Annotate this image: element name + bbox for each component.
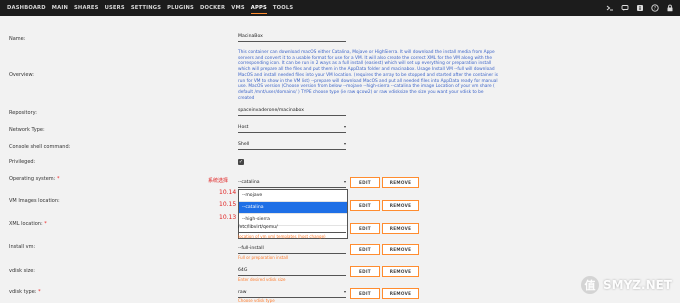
xml-location-hint: location of vm xml templates (host chang…: [238, 234, 326, 239]
top-navigation-bar: DASHBOARD MAIN SHARES USERS SETTINGS PLU…: [0, 0, 680, 16]
vdisk-type-select[interactable]: raw: [238, 288, 346, 298]
install-vm-label: Install vm:: [9, 244, 36, 250]
install-remove-button[interactable]: REMOVE: [382, 244, 419, 255]
install-vm-value: --full-install: [238, 246, 264, 251]
watermark: 值 SMYZ.NET: [581, 276, 672, 294]
watermark-badge: 值: [581, 276, 600, 294]
tab-dashboard[interactable]: DASHBOARD: [4, 0, 49, 16]
vdisk-size-input[interactable]: 64G: [238, 266, 346, 276]
tab-users[interactable]: USERS: [102, 0, 128, 16]
container-template-form: Name: MacinaBox Overview: This container…: [0, 16, 680, 303]
xml-remove-button[interactable]: REMOVE: [382, 223, 419, 234]
watermark-text: SMYZ.NET: [603, 278, 672, 292]
xml-location-label: XML location: *: [9, 221, 47, 227]
tab-shares[interactable]: SHARES: [71, 0, 102, 16]
chevron-down-icon: [344, 143, 346, 145]
network-type-value: Host: [238, 125, 249, 130]
install-vm-hint: Full or preparation install: [238, 255, 289, 260]
tab-tools[interactable]: TOOLS: [270, 0, 296, 16]
console-shell-select[interactable]: Shell: [238, 140, 346, 150]
install-vm-input[interactable]: --full-install: [238, 244, 346, 254]
console-shell-value: Shell: [238, 142, 250, 147]
tab-settings[interactable]: SETTINGS: [128, 0, 164, 16]
os-edit-button[interactable]: EDIT: [350, 177, 380, 188]
name-label: Name:: [9, 36, 26, 42]
chevron-down-icon: [344, 126, 346, 128]
info-icon[interactable]: [636, 4, 644, 12]
privileged-checkbox[interactable]: ✓: [238, 159, 244, 165]
vm-images-remove-button[interactable]: REMOVE: [382, 200, 419, 211]
console-shell-label: Console shell command:: [9, 144, 71, 150]
annotation-1015: 10.15: [219, 201, 237, 208]
vdisk-type-value: raw: [238, 290, 247, 295]
repository-input[interactable]: spaceinvaderone/macinabox: [238, 106, 346, 116]
vm-images-edit-button[interactable]: EDIT: [350, 200, 380, 211]
name-value: MacinaBox: [238, 34, 263, 39]
tab-docker[interactable]: DOCKER: [197, 0, 228, 16]
operating-system-label: Operating system: *: [9, 176, 60, 182]
vdisk-type-hint: Choose vdisk type: [238, 298, 275, 303]
tab-vms[interactable]: VMS: [228, 0, 248, 16]
os-remove-button[interactable]: REMOVE: [382, 177, 419, 188]
vdisk-type-label: vdisk type: *: [9, 289, 41, 295]
help-icon[interactable]: ?: [651, 4, 659, 12]
overview-text: This container can download macOS either…: [238, 50, 498, 101]
xml-location-input[interactable]: /etc/libvirt/qemu/: [238, 223, 346, 233]
nav-tabs: DASHBOARD MAIN SHARES USERS SETTINGS PLU…: [4, 0, 296, 16]
tab-apps[interactable]: APPS: [248, 0, 270, 16]
vdisk-size-edit-button[interactable]: EDIT: [350, 266, 380, 277]
vm-images-label: VM Images location:: [9, 198, 60, 204]
annotation-1014: 10.14: [219, 189, 237, 196]
terminal-icon[interactable]: [606, 4, 614, 12]
repository-value: spaceinvaderone/macinabox: [238, 108, 304, 113]
tab-plugins[interactable]: PLUGINS: [164, 0, 197, 16]
vdisk-size-value: 64G: [238, 268, 248, 273]
chevron-down-icon: [344, 181, 346, 183]
lock-icon[interactable]: [666, 4, 674, 12]
vdisk-size-label: vdisk size:: [9, 268, 35, 274]
annotation-1013: 10.13: [219, 214, 237, 221]
tab-main[interactable]: MAIN: [49, 0, 71, 16]
privileged-label: Privileged:: [9, 159, 36, 165]
vdisk-size-hint: Enter desired vdisk size: [238, 277, 286, 282]
os-option-mojave[interactable]: --mojave: [239, 190, 347, 202]
feedback-icon[interactable]: [621, 4, 629, 12]
operating-system-select[interactable]: --catalina: [238, 178, 346, 188]
vdisk-type-remove-button[interactable]: REMOVE: [382, 288, 419, 299]
vdisk-size-remove-button[interactable]: REMOVE: [382, 266, 419, 277]
os-option-catalina[interactable]: --catalina: [239, 202, 347, 214]
xml-edit-button[interactable]: EDIT: [350, 223, 380, 234]
network-type-select[interactable]: Host: [238, 123, 346, 133]
chevron-down-icon: [344, 291, 346, 293]
vdisk-type-edit-button[interactable]: EDIT: [350, 288, 380, 299]
install-edit-button[interactable]: EDIT: [350, 244, 380, 255]
header-icons: ?: [606, 0, 674, 16]
name-input[interactable]: MacinaBox: [238, 32, 346, 42]
annotation-title: 系统选择: [208, 178, 229, 184]
network-type-label: Network Type:: [9, 127, 45, 133]
operating-system-value: --catalina: [238, 180, 260, 185]
xml-location-value: /etc/libvirt/qemu/: [238, 225, 278, 230]
repository-label: Repository:: [9, 110, 37, 116]
overview-label: Overview:: [9, 72, 34, 78]
